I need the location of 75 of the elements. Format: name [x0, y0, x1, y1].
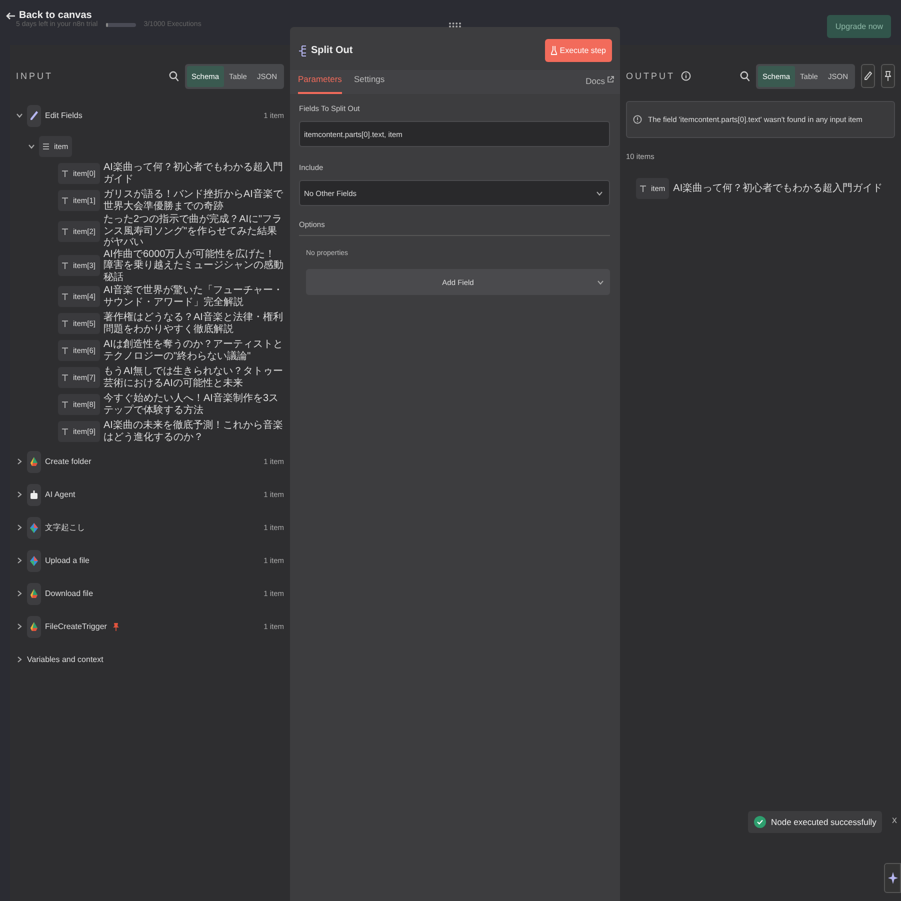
node-name[interactable]: 文字起こし — [45, 522, 85, 533]
panel-title: OUTPUT — [626, 71, 675, 81]
text-type-icon — [62, 347, 68, 354]
text-type-icon — [62, 228, 68, 235]
toast-message: Node executed successfully — [771, 817, 876, 827]
pencil-icon — [864, 71, 872, 81]
field-value: もうAI無しでは生きられない？タトゥー芸術におけるAIの可能性と未来 — [104, 366, 284, 389]
triangle-icon — [27, 582, 41, 604]
search-icon[interactable] — [168, 70, 179, 82]
text-type-icon — [62, 170, 68, 177]
field-value: たった2つの指示で曲が完成？AIに"フランス風寿司ソング"を作らせてみた結果がヤバい — [104, 214, 284, 248]
list-icon — [43, 142, 49, 150]
node-name[interactable]: Create folder — [45, 457, 92, 466]
text-type-icon — [62, 262, 68, 270]
field-value: 今すぐ始めたい人へ！AI音楽制作を3ステップで体験する方法 — [104, 393, 280, 416]
triangle-icon — [27, 616, 41, 638]
node-name[interactable]: FileCreateTrigger — [45, 622, 107, 631]
field-value: AI音楽で世界が驚いた「フューチャー・サウンド・アワード」完全解説 — [104, 285, 284, 308]
field-value: AI楽曲って何？初心者でもわかる超入門ガイド — [104, 162, 284, 185]
upgrade-button[interactable]: Upgrade now — [827, 15, 891, 38]
field-value: AI作曲で6000万人が可能性を広げた！障害を乗り越えたミュージシャンの感動秘話 — [104, 248, 284, 283]
usage-meter-icon — [106, 22, 136, 26]
text-type-icon — [62, 320, 68, 327]
split-icon — [298, 44, 307, 56]
search-icon[interactable] — [740, 70, 750, 82]
chevron-icon[interactable] — [16, 491, 23, 498]
variables-section[interactable]: Variables and context — [27, 655, 104, 664]
node-name[interactable]: Upload a file — [45, 556, 90, 565]
node-name[interactable]: AI Agent — [45, 490, 76, 499]
chevron-icon[interactable] — [16, 524, 23, 531]
diamond-icon — [27, 550, 41, 572]
check-circle-icon — [754, 816, 766, 828]
panel-tab[interactable]: Settings — [354, 70, 385, 94]
text-type-icon — [62, 197, 68, 204]
chevron-icon[interactable] — [16, 112, 23, 119]
chevron-icon[interactable] — [28, 142, 35, 150]
text-type-icon — [62, 374, 68, 381]
pen-icon — [27, 104, 41, 126]
text-type-icon — [640, 185, 646, 192]
field-value: 著作権はどうなる？AI音楽と法律・権利問題をわかりやすく徹底解説 — [104, 312, 284, 335]
field-value: AI楽曲って何？初心者でもわかる超入門ガイド — [673, 182, 883, 194]
field-value: ガリスが語る！バンド挫折からAI音楽で世界大会準優勝までの奇跡 — [104, 189, 284, 212]
robot-icon — [27, 484, 41, 506]
back-button[interactable]: Back to canvas — [6, 10, 202, 21]
flask-icon — [550, 46, 557, 55]
assistant-button[interactable] — [884, 863, 901, 893]
chevron-icon[interactable] — [16, 590, 23, 597]
chevron-icon[interactable] — [16, 656, 23, 663]
close-button[interactable]: x — [892, 815, 897, 826]
node-name[interactable]: Edit Fields — [45, 111, 82, 120]
info-icon[interactable] — [681, 71, 691, 81]
chevron-down-icon — [597, 280, 604, 284]
diamond-icon — [27, 516, 41, 538]
triangle-icon — [27, 450, 41, 472]
info-icon — [633, 115, 642, 124]
node-name[interactable]: Download file — [45, 589, 94, 598]
docs-link[interactable]: Docs — [586, 76, 614, 94]
sparkle-icon — [888, 872, 898, 884]
chevron-icon[interactable] — [16, 623, 23, 630]
chevron-down-icon — [596, 190, 603, 196]
pin-button[interactable] — [881, 64, 895, 88]
edit-button[interactable] — [861, 64, 875, 88]
drag-handle-icon[interactable] — [448, 22, 462, 28]
node-title: Split Out — [311, 45, 353, 56]
field-value: AI楽曲の未来を徹底予測！これから音楽はどう進化するのか？ — [104, 420, 284, 443]
external-link-icon — [607, 76, 614, 83]
back-arrow-icon — [6, 10, 16, 20]
text-type-icon — [62, 428, 68, 435]
field-value: AIは創造性を奪うのか？アーティストとテクノロジーの"終わらない議論" — [104, 339, 284, 362]
pin-icon — [885, 71, 891, 81]
text-type-icon — [62, 293, 68, 300]
chevron-icon[interactable] — [16, 458, 23, 465]
chevron-icon[interactable] — [16, 557, 23, 564]
panel-title: INPUT — [16, 71, 53, 81]
text-type-icon — [62, 401, 68, 408]
